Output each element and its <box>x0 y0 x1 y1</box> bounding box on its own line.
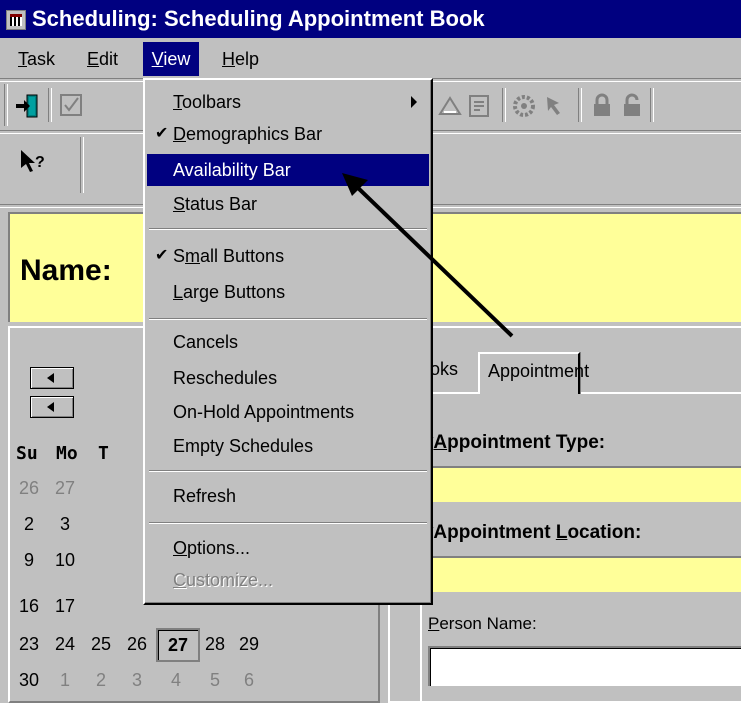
app-calendar-icon[interactable] <box>6 10 26 30</box>
calendar-day[interactable]: 3 <box>50 514 80 535</box>
menu-item-refresh[interactable]: Refresh <box>147 480 429 512</box>
menu-separator <box>149 228 427 230</box>
submenu-arrow-icon <box>411 96 417 108</box>
appointment-type-field[interactable] <box>428 466 741 502</box>
tab-appointment[interactable]: Appointment <box>478 352 589 394</box>
calendar-day[interactable]: 3 <box>122 670 152 691</box>
calendar-today[interactable]: 27 <box>156 628 200 662</box>
disabled-tool-icon <box>438 96 462 115</box>
calendar-day[interactable]: 17 <box>50 596 80 617</box>
calendar-day[interactable]: 2 <box>86 670 116 691</box>
menu-separator <box>149 470 427 472</box>
menu-item-options[interactable]: Options... <box>147 532 429 564</box>
calendar-day[interactable]: 10 <box>50 550 80 571</box>
disabled-tool2-icon <box>469 95 489 117</box>
calendar-day[interactable]: 25 <box>86 634 116 655</box>
menu-item-availability-bar[interactable]: Availability Bar <box>147 154 429 186</box>
gear-icon <box>513 95 535 117</box>
calendar-day[interactable]: 16 <box>14 596 44 617</box>
calendar-day[interactable]: 5 <box>200 670 230 691</box>
menu-separator <box>149 318 427 320</box>
calendar-day[interactable]: 28 <box>200 634 230 655</box>
menu-help[interactable]: Help <box>219 48 262 76</box>
person-name-input[interactable] <box>428 646 741 686</box>
checkmark-icon: ✔ <box>155 125 169 142</box>
svg-text:?: ? <box>35 154 45 171</box>
menu-item-status-bar[interactable]: Status Bar <box>147 188 429 220</box>
calendar-day[interactable]: 26 <box>122 634 152 655</box>
calendar-day[interactable]: 27 <box>50 478 80 499</box>
tab-books[interactable]: oks <box>430 352 476 392</box>
menu-item-toolbars[interactable]: Toolbars <box>147 86 429 118</box>
window-title: Scheduling: Scheduling Appointment Book <box>32 6 485 31</box>
menu-task[interactable]: Task <box>15 48 58 76</box>
weekday-sunday: Su <box>16 443 38 464</box>
calendar-row-clipped <box>86 604 356 614</box>
toolbar-divider <box>650 88 654 122</box>
menu-item-demographics-bar[interactable]: ✔ Demographics Bar <box>147 118 429 150</box>
calendar-day[interactable]: 26 <box>14 478 44 499</box>
menu-edit[interactable]: Edit <box>84 48 121 76</box>
toolbar-divider <box>502 88 506 122</box>
menu-item-small-buttons[interactable]: ✔ Small Buttons <box>147 240 429 272</box>
appointment-location-field[interactable] <box>428 556 741 592</box>
toolbar-grip <box>4 84 8 126</box>
unlock-icon <box>624 93 640 116</box>
toolbar-divider <box>80 137 84 193</box>
checkmark-icon: ✔ <box>155 247 169 264</box>
menu-item-on-hold-appointments[interactable]: On-Hold Appointments <box>147 396 429 428</box>
prev-year-button[interactable] <box>30 396 74 418</box>
appointment-location-label: *Appointment Location: <box>426 522 642 543</box>
menu-item-customize: Customize... <box>173 570 274 590</box>
person-name-label: Person Name: <box>428 614 537 633</box>
calendar-day[interactable]: 2 <box>14 514 44 535</box>
calendar-day[interactable]: 24 <box>50 634 80 655</box>
calendar-day[interactable]: 9 <box>14 550 44 571</box>
toolbar-divider <box>48 88 52 122</box>
toolbar-divider <box>578 88 582 122</box>
menu-item-reschedules[interactable]: Reschedules <box>147 362 429 394</box>
menu-item-cancels[interactable]: Cancels <box>147 326 429 358</box>
calendar-day[interactable]: 23 <box>14 634 44 655</box>
weekday-monday: Mo <box>56 443 78 464</box>
calendar-day[interactable]: 4 <box>161 670 191 691</box>
title-bar[interactable]: Scheduling: Scheduling Appointment Book <box>0 0 741 38</box>
name-label: Name: <box>20 254 112 287</box>
weekday-tuesday: T <box>98 443 109 464</box>
menu-bar: Task Edit Help <box>0 40 741 76</box>
menu-view[interactable]: View <box>143 42 199 76</box>
menu-separator <box>149 522 427 524</box>
exit-icon[interactable] <box>14 92 42 120</box>
pointer-tool-icon <box>547 97 560 115</box>
appointment-type-label: *Appointment Type: <box>426 432 606 453</box>
checkbox-icon[interactable] <box>58 92 86 120</box>
view-menu-dropdown: Toolbars ✔ Demographics Bar Availability… <box>143 78 433 605</box>
calendar-day[interactable]: 1 <box>50 670 80 691</box>
calendar-day[interactable]: 30 <box>14 670 44 691</box>
help-pointer-icon[interactable]: ? <box>18 147 48 177</box>
menu-item-empty-schedules[interactable]: Empty Schedules <box>147 430 429 462</box>
prev-month-button[interactable] <box>30 367 74 389</box>
calendar-day[interactable]: 29 <box>234 634 264 655</box>
menu-item-large-buttons[interactable]: Large Buttons <box>147 276 429 308</box>
calendar-day[interactable]: 6 <box>234 670 264 691</box>
lock-icon <box>594 93 610 116</box>
